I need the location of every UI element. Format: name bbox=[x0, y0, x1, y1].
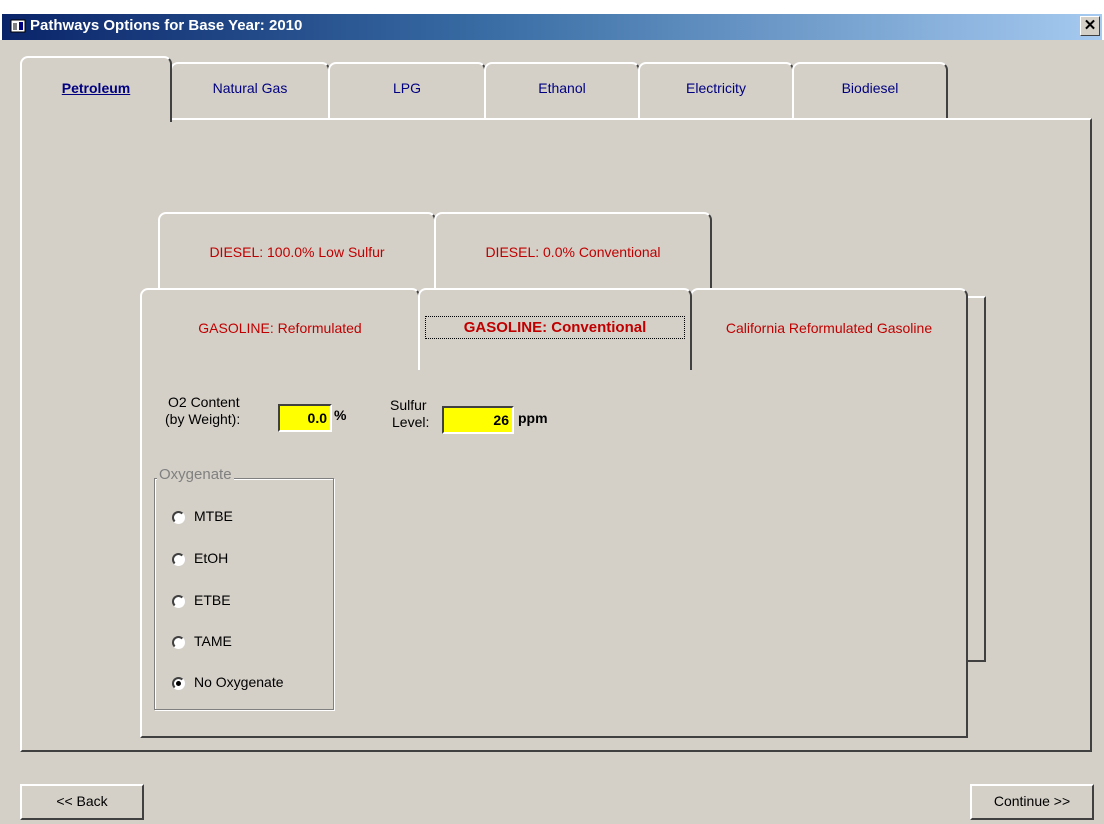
radio-no-oxygenate[interactable] bbox=[172, 677, 185, 690]
tab-label-lpg: LPG bbox=[392, 80, 421, 96]
app-icon bbox=[10, 19, 26, 33]
tab-label-gasoline-reformulated: GASOLINE: Reformulated bbox=[198, 320, 362, 336]
window-title: Pathways Options for Base Year: 2010 bbox=[30, 17, 303, 34]
o2-label-line1: O2 Content bbox=[168, 394, 240, 410]
sulfur-unit: ppm bbox=[518, 410, 548, 426]
tab-label-california-reformulated: California Reformulated Gasoline bbox=[725, 320, 933, 336]
continue-button[interactable]: Continue >> bbox=[970, 784, 1094, 820]
radio-mtbe[interactable] bbox=[172, 511, 185, 524]
radio-label-no-oxygenate[interactable]: No Oxygenate bbox=[194, 674, 284, 690]
oxygenate-group-label: Oxygenate bbox=[157, 466, 234, 483]
tab-electricity[interactable]: Electricity bbox=[638, 62, 794, 118]
back-button-label: << Back bbox=[56, 793, 108, 809]
continue-button-label: Continue >> bbox=[993, 793, 1071, 809]
radio-label-etbe[interactable]: ETBE bbox=[194, 592, 231, 608]
tab-label-ethanol: Ethanol bbox=[538, 80, 586, 96]
tab-petroleum[interactable]: Petroleum bbox=[20, 56, 172, 122]
title-bar: Pathways Options for Base Year: 2010 ✕ bbox=[0, 0, 1104, 40]
sulfur-label-line2: Level: bbox=[392, 414, 430, 430]
o2-unit: % bbox=[334, 407, 347, 423]
o2-content-input[interactable]: 0.0 bbox=[278, 404, 332, 432]
tab-label-gasoline-conventional: GASOLINE: Conventional bbox=[463, 319, 647, 336]
tab-diesel-low-sulfur[interactable]: DIESEL: 100.0% Low Sulfur bbox=[158, 212, 436, 292]
tab-biodiesel[interactable]: Biodiesel bbox=[792, 62, 948, 118]
tab-lpg[interactable]: LPG bbox=[328, 62, 486, 118]
sulfur-level-input[interactable]: 26 bbox=[442, 406, 514, 434]
tab-ethanol[interactable]: Ethanol bbox=[484, 62, 640, 118]
radio-label-mtbe[interactable]: MTBE bbox=[194, 508, 233, 524]
sulfur-label-line1: Sulfur bbox=[390, 397, 427, 413]
tab-label-biodiesel: Biodiesel bbox=[841, 80, 899, 96]
tab-diesel-conventional[interactable]: DIESEL: 0.0% Conventional bbox=[434, 212, 712, 292]
radio-tame[interactable] bbox=[172, 636, 185, 649]
back-button[interactable]: << Back bbox=[20, 784, 144, 820]
close-icon: ✕ bbox=[1083, 17, 1097, 34]
tab-gasoline-conventional[interactable]: GASOLINE: Conventional bbox=[418, 288, 692, 370]
close-button[interactable]: ✕ bbox=[1080, 16, 1100, 36]
radio-etoh[interactable] bbox=[172, 553, 185, 566]
radio-etbe[interactable] bbox=[172, 595, 185, 608]
pathways-window: Pathways Options for Base Year: 2010 ✕ P… bbox=[0, 0, 1104, 824]
radio-label-tame[interactable]: TAME bbox=[194, 633, 232, 649]
tab-label-natural-gas: Natural Gas bbox=[212, 80, 288, 96]
tab-gasoline-reformulated[interactable]: GASOLINE: Reformulated bbox=[140, 288, 420, 368]
radio-label-etoh[interactable]: EtOH bbox=[194, 550, 228, 566]
tab-label-petroleum: Petroleum bbox=[61, 80, 131, 96]
tab-natural-gas[interactable]: Natural Gas bbox=[170, 62, 330, 118]
tab-label-diesel-low-sulfur: DIESEL: 100.0% Low Sulfur bbox=[209, 244, 385, 260]
tab-label-diesel-conventional: DIESEL: 0.0% Conventional bbox=[485, 244, 661, 260]
tab-california-reformulated[interactable]: California Reformulated Gasoline bbox=[690, 288, 968, 368]
o2-label-line2: (by Weight): bbox=[165, 411, 241, 427]
tab-label-electricity: Electricity bbox=[686, 80, 746, 96]
